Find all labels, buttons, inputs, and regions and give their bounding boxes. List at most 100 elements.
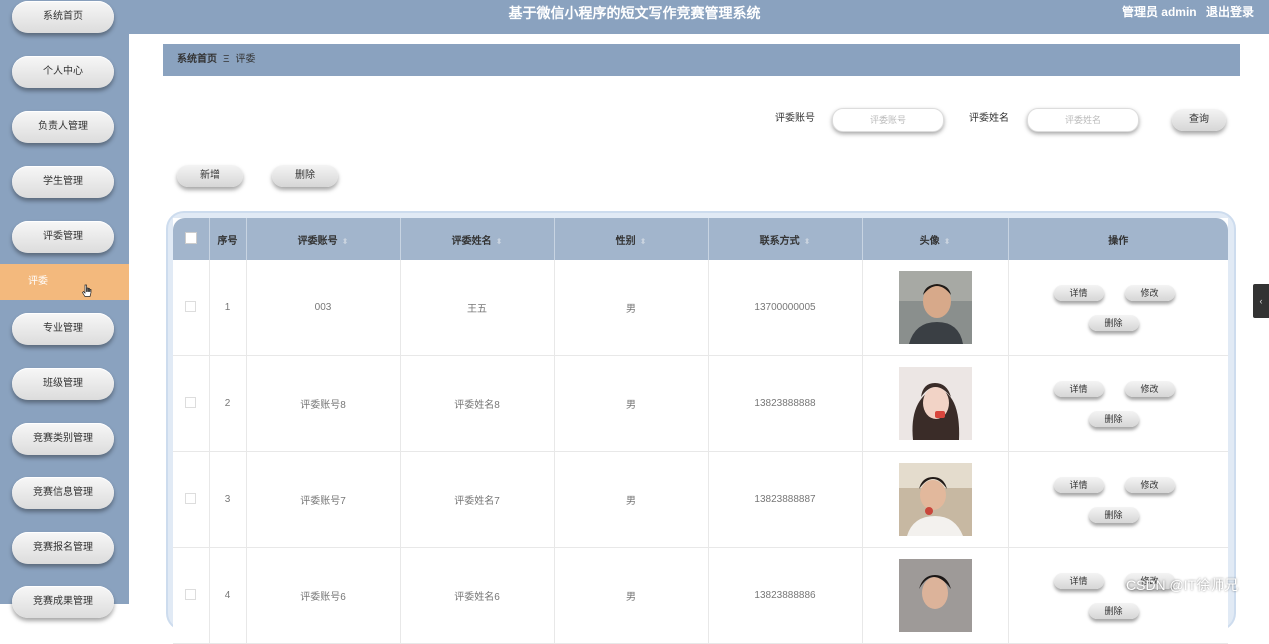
edit-button[interactable]: 修改 xyxy=(1124,477,1175,493)
delete-button[interactable]: 删除 xyxy=(1088,507,1139,523)
row-actions: 详情 修改 删除 xyxy=(1009,356,1229,451)
admin-label: 管理员 admin xyxy=(1121,5,1197,19)
chevron-left-icon[interactable]: ‹ xyxy=(1253,284,1269,318)
table-row: 3 评委账号7 评委姓名7 男 13823888887 详情 修改 删除 xyxy=(173,451,1228,548)
detail-button[interactable]: 详情 xyxy=(1053,381,1104,397)
batch-delete-button[interactable]: 删除 xyxy=(272,165,338,187)
col-index-label: 序号 xyxy=(217,235,238,247)
row-checkbox[interactable] xyxy=(185,492,197,504)
name-search-input[interactable]: 评委姓名 xyxy=(1027,108,1139,132)
sidebar-item-contest-result[interactable]: 竞赛成果管理 xyxy=(12,586,114,618)
sidebar-item-personal[interactable]: 个人中心 xyxy=(12,56,114,88)
delete-button[interactable]: 删除 xyxy=(1088,411,1139,427)
row-select-cell[interactable] xyxy=(173,355,210,452)
account-search-label: 评委账号 xyxy=(775,113,815,124)
phone-cell: 13700000005 xyxy=(708,260,863,356)
col-phone[interactable]: 联系方式 ⬍ xyxy=(708,218,863,260)
select-all-checkbox[interactable] xyxy=(184,231,197,244)
row-select-cell[interactable] xyxy=(173,451,210,548)
app-title: 基于微信小程序的短文写作竞赛管理系统 xyxy=(508,5,761,21)
sidebar-item-manager[interactable]: 负责人管理 xyxy=(12,111,114,143)
sidebar-item-judges[interactable]: 评委管理 xyxy=(12,221,114,253)
watermark: CSDN @IT徐师兄 xyxy=(1126,577,1239,593)
add-button[interactable]: 新增 xyxy=(177,165,243,187)
phone-cell: 13823888887 xyxy=(708,451,863,548)
row-checkbox[interactable] xyxy=(185,588,197,600)
detail-button[interactable]: 详情 xyxy=(1053,573,1104,589)
phone-cell: 13823888888 xyxy=(708,355,863,452)
index-cell: 3 xyxy=(209,451,247,548)
breadcrumb-home[interactable]: 系统首页 xyxy=(177,54,217,65)
user-area: 管理员 admin 退出登录 xyxy=(1116,0,1254,24)
row-select-cell[interactable] xyxy=(173,260,210,356)
col-actions-label: 操作 xyxy=(1108,235,1129,247)
sidebar-item-home[interactable]: 系统首页 xyxy=(12,1,114,33)
col-name[interactable]: 评委姓名 ⬍ xyxy=(400,218,555,260)
account-search-input[interactable]: 评委账号 xyxy=(832,108,944,132)
edit-button[interactable]: 修改 xyxy=(1124,381,1175,397)
detail-button[interactable]: 详情 xyxy=(1053,285,1104,301)
name-cell: 王五 xyxy=(400,260,555,356)
table-row: 4 评委账号6 评委姓名6 男 13823888886 详情 修改 删除 xyxy=(173,547,1228,644)
table-row: 1 003 王五 男 13700000005 详情 修改 删除 xyxy=(173,260,1228,356)
account-cell: 评委账号8 xyxy=(246,355,401,452)
col-avatar-label: 头像 xyxy=(919,235,940,247)
name-cell: 评委姓名8 xyxy=(400,355,555,452)
index-cell: 2 xyxy=(209,355,247,452)
avatar xyxy=(898,367,972,440)
index-cell: 4 xyxy=(209,547,247,644)
table-row: 2 评委账号8 评委姓名8 男 13823888888 详情 修改 删除 xyxy=(173,355,1229,452)
breadcrumb: 系统首页 Ξ 评委 xyxy=(163,44,1240,76)
col-account-label: 评委账号 xyxy=(297,235,338,247)
sidebar-item-contest-info[interactable]: 竞赛信息管理 xyxy=(12,477,114,509)
index-cell: 1 xyxy=(209,260,247,356)
name-search-label: 评委姓名 xyxy=(969,113,1009,124)
select-all-cell[interactable] xyxy=(173,218,210,260)
sort-icon[interactable]: ⬍ xyxy=(342,237,349,246)
col-index: 序号 xyxy=(209,218,247,260)
name-cell: 评委姓名7 xyxy=(400,451,555,548)
gender-cell: 男 xyxy=(554,451,709,548)
sidebar-item-students[interactable]: 学生管理 xyxy=(12,166,114,198)
row-select-cell[interactable] xyxy=(173,547,210,644)
sidebar-subitem-judge[interactable]: 评委 xyxy=(0,264,129,300)
col-name-label: 评委姓名 xyxy=(451,235,492,247)
gender-cell: 男 xyxy=(554,355,709,452)
detail-button[interactable]: 详情 xyxy=(1053,477,1104,493)
col-gender[interactable]: 性别 ⬍ xyxy=(554,218,709,260)
account-cell: 003 xyxy=(246,260,401,356)
query-button[interactable]: 查询 xyxy=(1172,109,1226,131)
col-avatar[interactable]: 头像 ⬍ xyxy=(862,218,1009,260)
delete-button[interactable]: 删除 xyxy=(1088,315,1139,331)
sidebar-item-contest-signup[interactable]: 竞赛报名管理 xyxy=(12,532,114,564)
row-checkbox[interactable] xyxy=(185,396,197,408)
sidebar-item-class[interactable]: 班级管理 xyxy=(12,368,114,400)
actions-cell: 详情 修改 删除 xyxy=(1008,547,1228,644)
col-gender-label: 性别 xyxy=(615,235,636,247)
avatar-cell xyxy=(862,355,1009,452)
actions-cell: 详情 修改 删除 xyxy=(1008,355,1229,452)
avatar xyxy=(898,271,972,344)
avatar-cell xyxy=(862,451,1009,548)
col-phone-label: 联系方式 xyxy=(759,235,800,247)
sort-icon[interactable]: ⬍ xyxy=(804,237,811,246)
logout-link[interactable]: 退出登录 xyxy=(1206,5,1254,19)
account-cell: 评委账号6 xyxy=(246,547,401,644)
row-actions: 详情 修改 删除 xyxy=(1009,260,1229,355)
edit-button[interactable]: 修改 xyxy=(1124,285,1175,301)
mouse-pointer-icon xyxy=(82,284,92,297)
breadcrumb-separator: Ξ xyxy=(223,54,230,65)
col-account[interactable]: 评委账号 ⬍ xyxy=(246,218,401,260)
sort-icon[interactable]: ⬍ xyxy=(640,237,647,246)
avatar xyxy=(898,463,972,536)
row-checkbox[interactable] xyxy=(185,300,197,312)
sort-icon[interactable]: ⬍ xyxy=(496,237,503,246)
sidebar-item-major[interactable]: 专业管理 xyxy=(12,313,114,345)
breadcrumb-current: 评委 xyxy=(235,54,256,65)
judge-table: 序号 评委账号 ⬍ 评委姓名 ⬍ 性别 ⬍ 联系方式 ⬍ 头像 ⬍ 操作 1 003 王五… xyxy=(173,218,1228,644)
avatar-cell xyxy=(862,547,1009,644)
sort-icon[interactable]: ⬍ xyxy=(944,237,951,246)
account-cell: 评委账号7 xyxy=(246,451,401,548)
delete-button[interactable]: 删除 xyxy=(1088,603,1139,619)
sidebar-item-contest-category[interactable]: 竞赛类别管理 xyxy=(12,423,114,455)
